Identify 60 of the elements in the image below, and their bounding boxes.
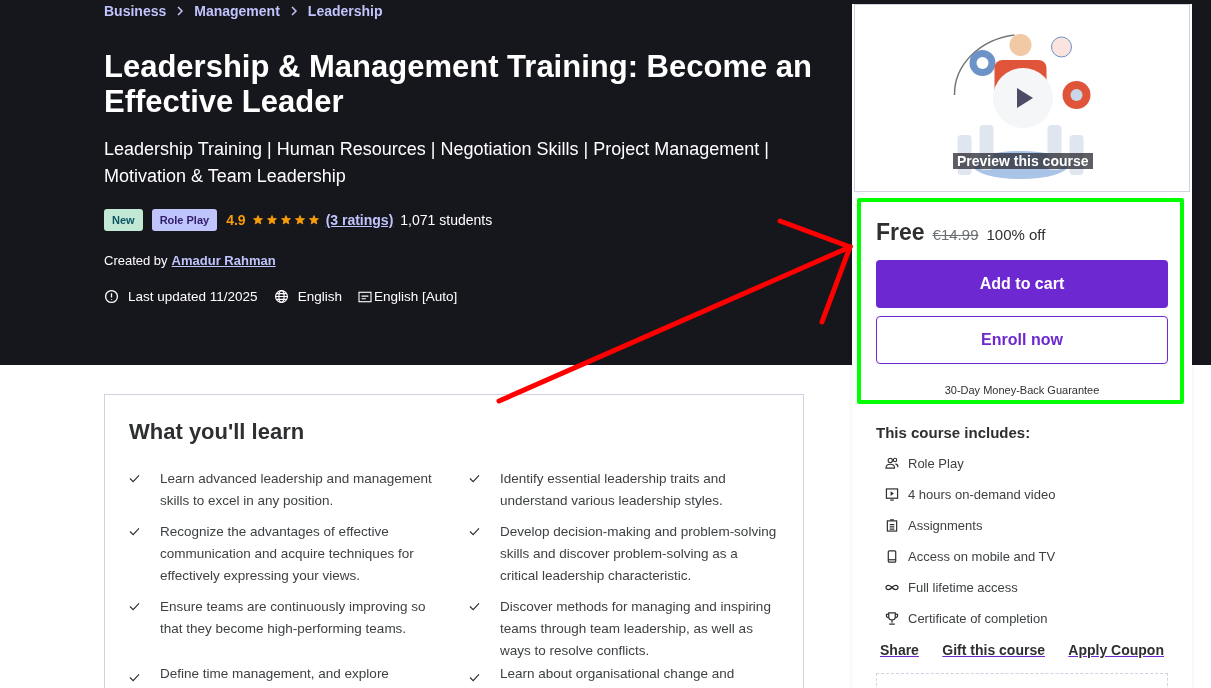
instructor-link[interactable]: Amadur Rahman (171, 253, 276, 268)
learning-point: Define time management, and explore (160, 667, 389, 682)
add-to-cart-button[interactable]: Add to cart (876, 260, 1168, 308)
learning-point: Learn advanced leadership and management skills to excel in any position. (160, 470, 433, 510)
check-icon (469, 602, 480, 611)
discount-text: 100% off (986, 226, 1046, 243)
course-badge: Role Play (151, 209, 218, 231)
include-text: 4 hours on-demand video (908, 486, 1056, 502)
include-text: Assignments (908, 517, 983, 533)
alert-icon (104, 289, 119, 304)
learning-point: Ensure teams are continuously improving so that they become high-performing teams. (160, 598, 427, 638)
check-icon (469, 474, 480, 483)
globe-icon (273, 289, 289, 304)
captions-icon (357, 290, 372, 303)
action-link[interactable]: Gift this course (942, 642, 1045, 658)
check-icon (129, 474, 140, 483)
play-icon (1015, 86, 1035, 110)
course-badge: New (104, 209, 143, 231)
star-icon (252, 215, 263, 225)
student-count: 1,071 students (400, 212, 493, 228)
include-text: Access on mobile and TV (908, 548, 1056, 564)
breadcrumb-link[interactable]: Business (104, 3, 167, 19)
check-icon (129, 673, 140, 682)
guarantee-text: 30-Day Money-Back Guarantee (943, 384, 1101, 396)
include-text: Role Play (908, 455, 964, 471)
chevron-icon (176, 6, 185, 16)
meta-text: English [Auto] (373, 289, 458, 304)
meta-text: Last updated 11/2025 (128, 289, 258, 304)
current-price: Free (876, 219, 925, 246)
preview-label[interactable]: Preview this course (953, 153, 1093, 169)
ratings-link[interactable]: (3 ratings) (325, 212, 394, 228)
rating-score: 4.9 (226, 212, 246, 228)
learning-point: Develop decision-making and problem-solving skills and discover problem-solving as a critical leadership characteristic. (500, 523, 778, 585)
breadcrumb-link[interactable]: Management (194, 3, 280, 19)
original-price: €14.99 (932, 226, 979, 243)
check-icon (469, 673, 480, 682)
include-text: Certificate of completion (908, 610, 1048, 626)
learning-point: Identify essential leadership traits and understand various leadership styles. (500, 470, 727, 510)
check-icon (129, 527, 140, 536)
star-icon (308, 215, 319, 225)
section-heading: What you'll learn (129, 419, 306, 445)
check-icon (469, 527, 480, 536)
star-icon (280, 215, 291, 225)
breadcrumb-link[interactable]: Leadership (307, 3, 383, 19)
created-by-label: Created by (104, 253, 168, 268)
chevron-icon (289, 6, 298, 16)
include-text: Full lifetime access (908, 579, 1018, 595)
star-icon (294, 215, 305, 225)
includes-heading: This course includes: (876, 424, 1032, 441)
star-icon (266, 215, 277, 225)
meta-text: English (297, 289, 342, 304)
learning-point: Learn about organisational change and (500, 667, 735, 682)
check-icon (129, 602, 140, 611)
learning-point: Discover methods for managing and inspiring teams through team leadership, as well as ways to resolve conflicts. (500, 598, 772, 660)
course-title: Leadership & Management Training: Become an Effective Leader (104, 49, 813, 119)
action-link[interactable]: Share (880, 642, 919, 658)
action-link[interactable]: Apply Coupon (1068, 642, 1164, 658)
course-subtitle: Leadership Training | Human Resources | Negotiation Skills | Project Management | Motivation & Team Leadership (104, 138, 771, 188)
enroll-button[interactable]: Enroll now (876, 316, 1168, 364)
learning-point: Recognize the advantages of effective communication and acquire techniques for effectively expressing your views. (160, 523, 415, 585)
